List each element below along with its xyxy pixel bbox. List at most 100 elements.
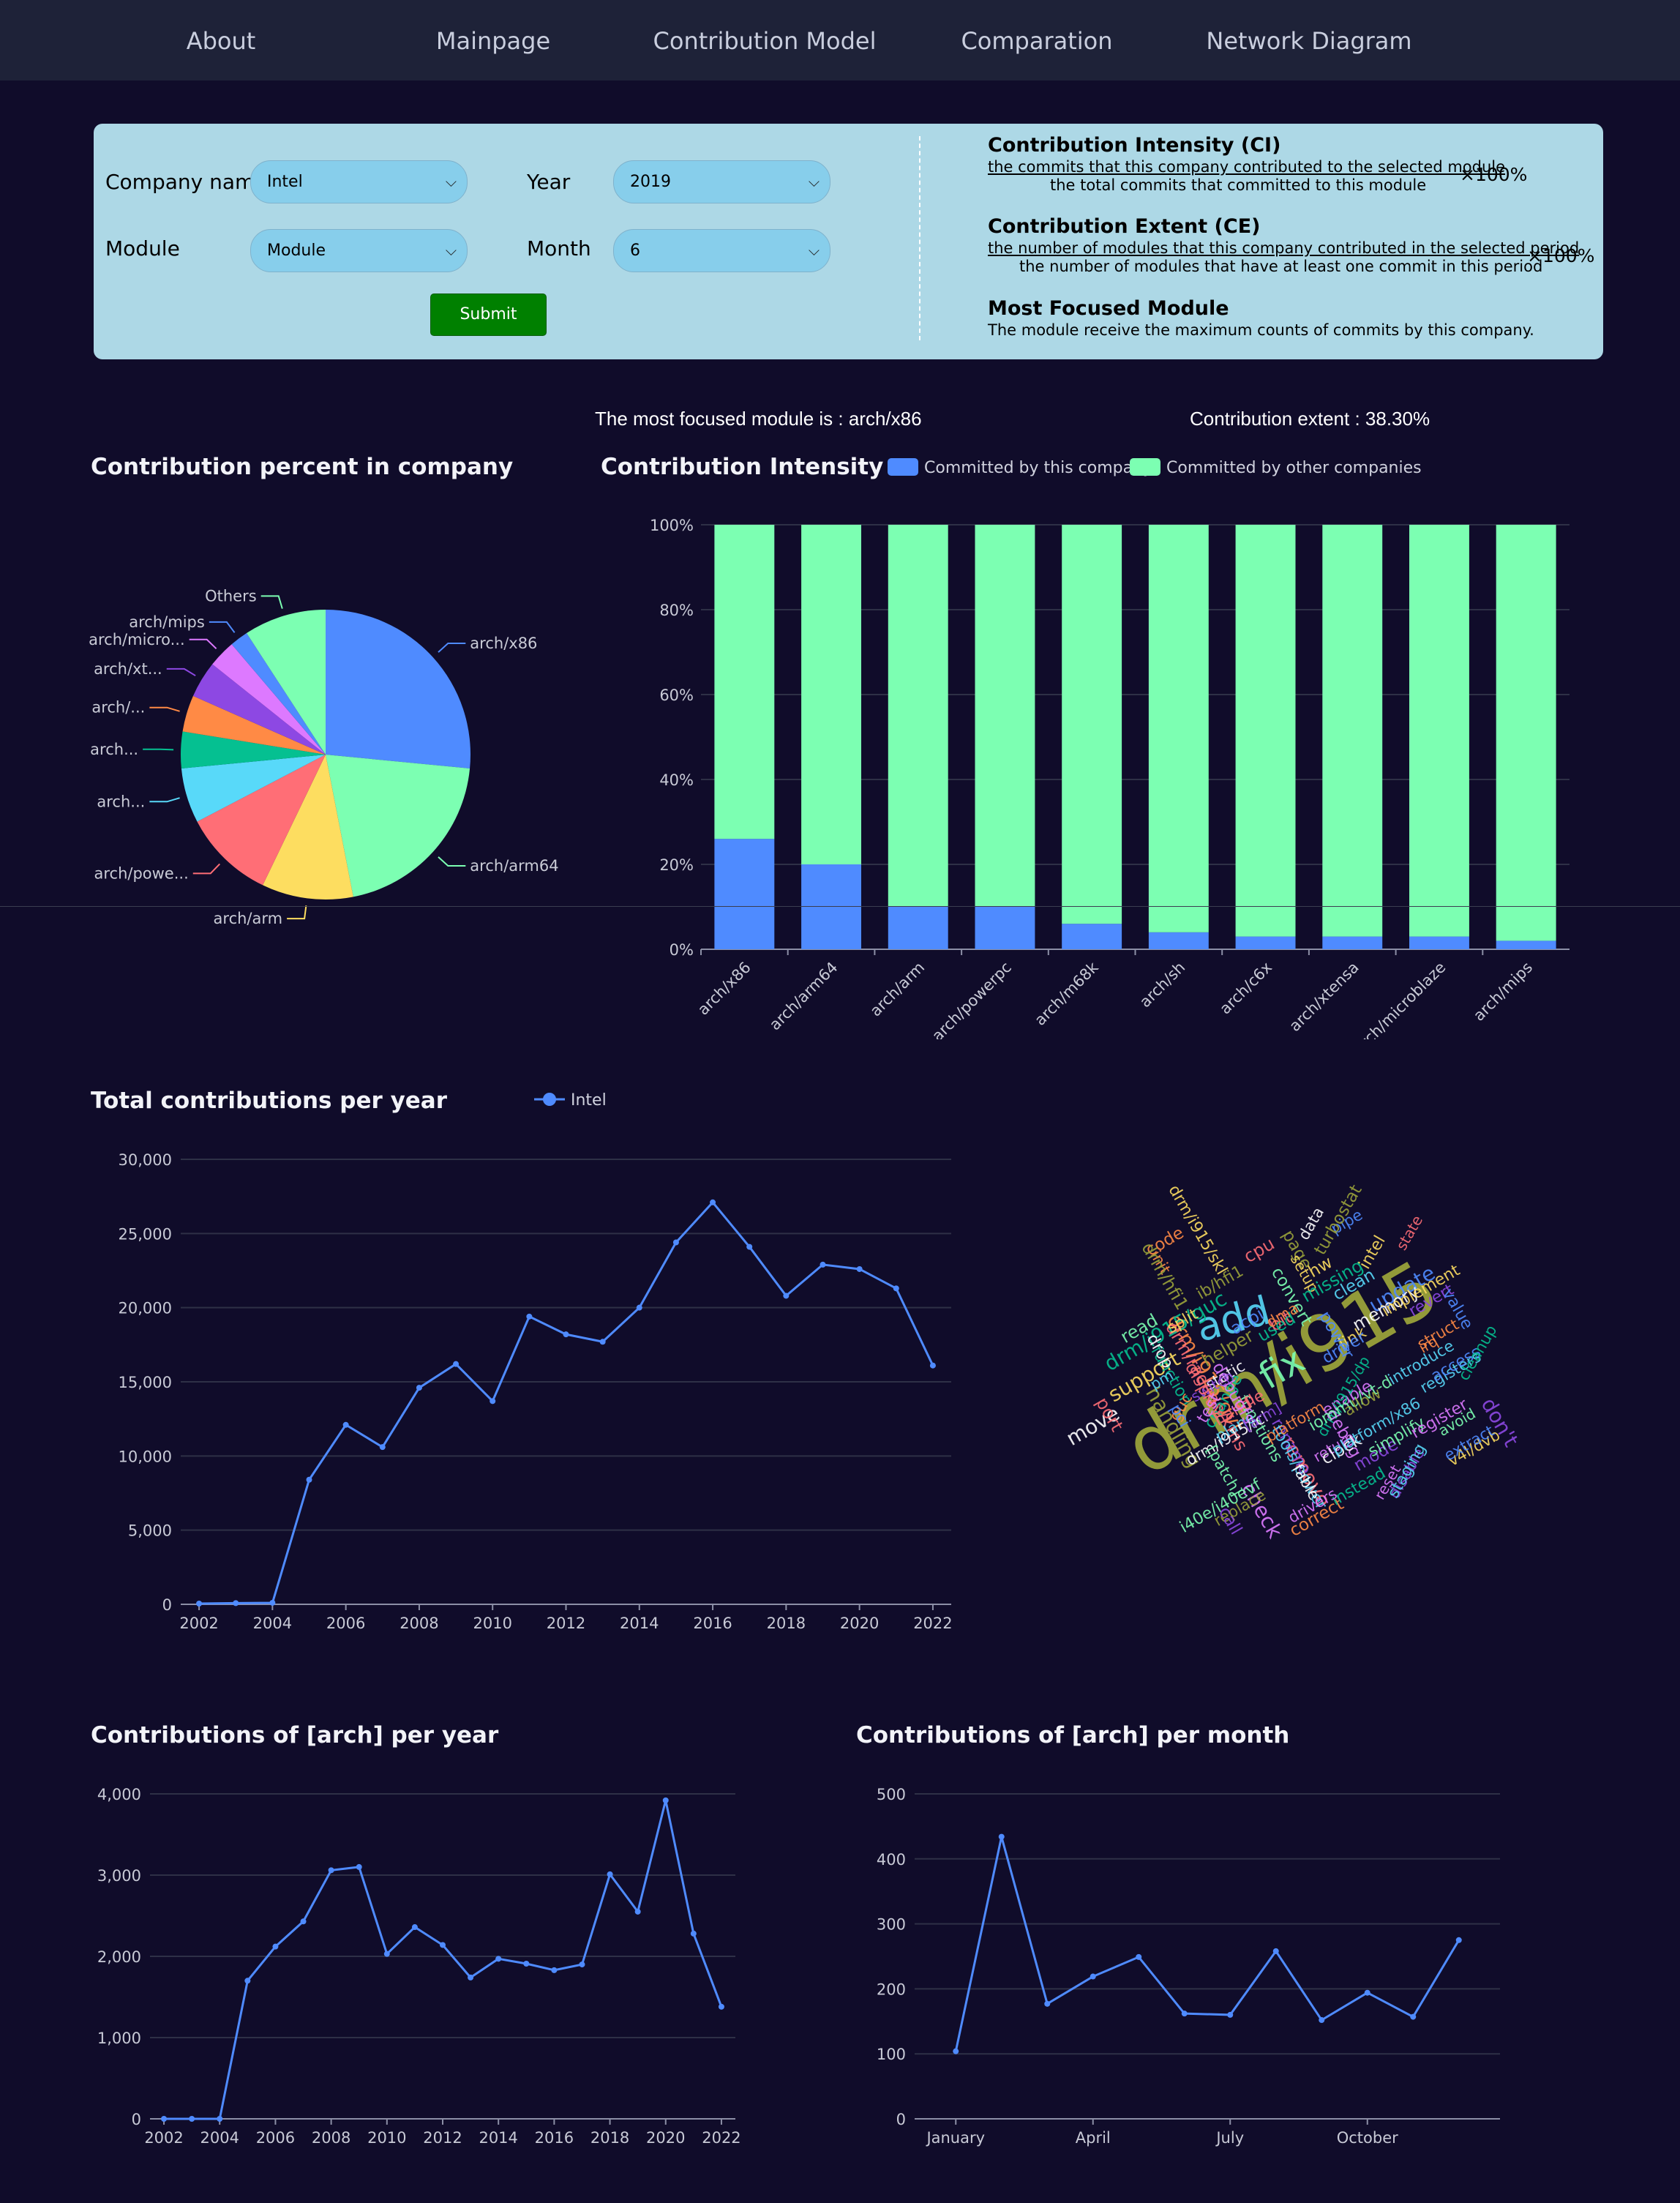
module-select-value: Module [267, 242, 326, 260]
nav-mainpage-link[interactable]: Mainpage [436, 0, 550, 81]
x-tick-label: 2004 [200, 2129, 239, 2147]
x-tick-label: 2018 [767, 1615, 806, 1632]
bar-segment [1235, 936, 1296, 949]
bar-segment [975, 907, 1035, 949]
pie-chart-title: Contribution percent in company [91, 454, 514, 480]
arch-year-chart-title: Contributions of [arch] per year [91, 1722, 499, 1748]
data-point [634, 1908, 641, 1915]
pie-slice-label: arch... [97, 793, 145, 810]
bar-segment [1062, 525, 1122, 924]
pie-slice-label: arch/powe... [94, 864, 188, 882]
pie-slice-label: arch/arm64 [470, 857, 558, 875]
y-tick-label: 4,000 [97, 1786, 141, 1803]
y-tick-label: 0 [132, 2111, 141, 2128]
ce-definition-denominator: the number of modules that have at least… [1019, 258, 1543, 275]
pie-slice-label: arch/xt... [94, 660, 162, 678]
pie-label-line [438, 643, 466, 653]
bar-segment [975, 525, 1035, 907]
x-tick-label: 2022 [913, 1615, 952, 1632]
bar-segment [1322, 525, 1383, 937]
x-tick-label: arch/sh [1136, 959, 1189, 1011]
bar-segment [714, 839, 775, 949]
y-tick-label: 0 [162, 1596, 172, 1614]
x-tick-label: arch/powerpc [929, 959, 1015, 1039]
data-point [746, 1243, 753, 1250]
y-tick-label: 200 [877, 1981, 906, 1998]
company-select[interactable]: Intel ⌵ [250, 160, 468, 203]
y-tick-label: 400 [877, 1851, 906, 1869]
x-tick-label: July [1215, 2129, 1244, 2147]
x-tick-label: 2008 [312, 2129, 350, 2147]
ci-definition-denominator: the total commits that committed to this… [1050, 176, 1427, 194]
ci-definition-multiplier: ×100% [1460, 164, 1528, 185]
x-tick-label: 2018 [590, 2129, 629, 2147]
y-tick-label: 1,000 [97, 2030, 141, 2047]
x-tick-label: 2016 [693, 1615, 732, 1632]
x-tick-label: 2012 [423, 2129, 462, 2147]
x-tick-label: October [1337, 2129, 1398, 2147]
data-point [1181, 2011, 1188, 2017]
company-name-label: Company name [105, 170, 268, 194]
word-cloud: drm/i915addfixsupportremoveupdatecheckdr… [1062, 1182, 1523, 1543]
data-point [526, 1313, 533, 1320]
ci-definition-numerator: the commits that this company contribute… [988, 158, 1506, 176]
x-tick-label: 2010 [473, 1615, 511, 1632]
module-label: Module [105, 236, 180, 261]
pie-label-line [143, 748, 174, 751]
word-cloud-word: cpu [1240, 1233, 1278, 1267]
chevron-down-icon: ⌵ [808, 173, 820, 190]
pie-label-line [192, 863, 221, 875]
data-point [189, 2116, 195, 2122]
bar-segment [1409, 936, 1469, 949]
bar-segment [888, 907, 948, 949]
x-tick-label: arch/mips [1470, 959, 1536, 1025]
data-point [690, 1930, 697, 1937]
data-point [300, 1918, 307, 1925]
x-tick-label: 2002 [179, 1615, 218, 1632]
data-point [416, 1385, 422, 1391]
x-tick-label: arch/microblaze [1350, 959, 1450, 1039]
month-select[interactable]: 6 ⌵ [613, 229, 830, 272]
data-point [440, 1942, 446, 1948]
pie-label-line [287, 905, 307, 920]
data-point [490, 1398, 496, 1405]
data-point [783, 1293, 790, 1299]
data-point [244, 1978, 251, 1984]
pie-label-line [438, 856, 466, 867]
x-tick-label: April [1076, 2129, 1111, 2147]
arch-month-line-chart: 0 100 200 300 400 500 January April July October [877, 1786, 1500, 2147]
mfm-definition-description: The module receive the maximum counts of… [988, 321, 1534, 339]
chevron-down-icon: ⌵ [808, 242, 820, 259]
x-tick-label: 2008 [400, 1615, 438, 1632]
data-point [599, 1339, 606, 1345]
year-label: Year [527, 170, 571, 194]
data-point [1364, 1989, 1370, 1996]
pie-label-line [149, 797, 180, 803]
x-tick-label: arch/c6x [1216, 959, 1275, 1018]
legend-marker [543, 1093, 556, 1106]
nav-comparation-link[interactable]: Comparation [961, 0, 1112, 81]
year-select[interactable]: 2019 ⌵ [613, 160, 830, 203]
y-tick-label: 15,000 [119, 1374, 172, 1391]
data-point [523, 1960, 530, 1967]
bar-segment [1496, 525, 1556, 941]
nav-contribution-model-link[interactable]: Contribution Model [653, 0, 877, 81]
year-select-value: 2019 [630, 173, 671, 191]
pie-label-line [189, 638, 217, 650]
submit-button[interactable]: Submit [430, 293, 547, 336]
nav-network-diagram-link[interactable]: Network Diagram [1206, 0, 1411, 81]
nav-about-link[interactable]: About [187, 0, 256, 81]
pie-label-line [260, 595, 283, 609]
data-point [1090, 1973, 1096, 1980]
month-select-value: 6 [630, 242, 640, 260]
module-select[interactable]: Module ⌵ [250, 229, 468, 272]
pie-slice [326, 610, 470, 769]
most-focused-module-text: The most focused module is : arch/x86 [595, 408, 922, 430]
data-point [607, 1871, 613, 1877]
ce-definition-multiplier: ×100% [1527, 245, 1595, 266]
bar-segment [1235, 525, 1296, 937]
data-point [468, 1974, 474, 1981]
data-point [453, 1361, 460, 1367]
x-tick-label: arch/arm [866, 959, 928, 1020]
word-cloud-word: state [1392, 1212, 1426, 1253]
